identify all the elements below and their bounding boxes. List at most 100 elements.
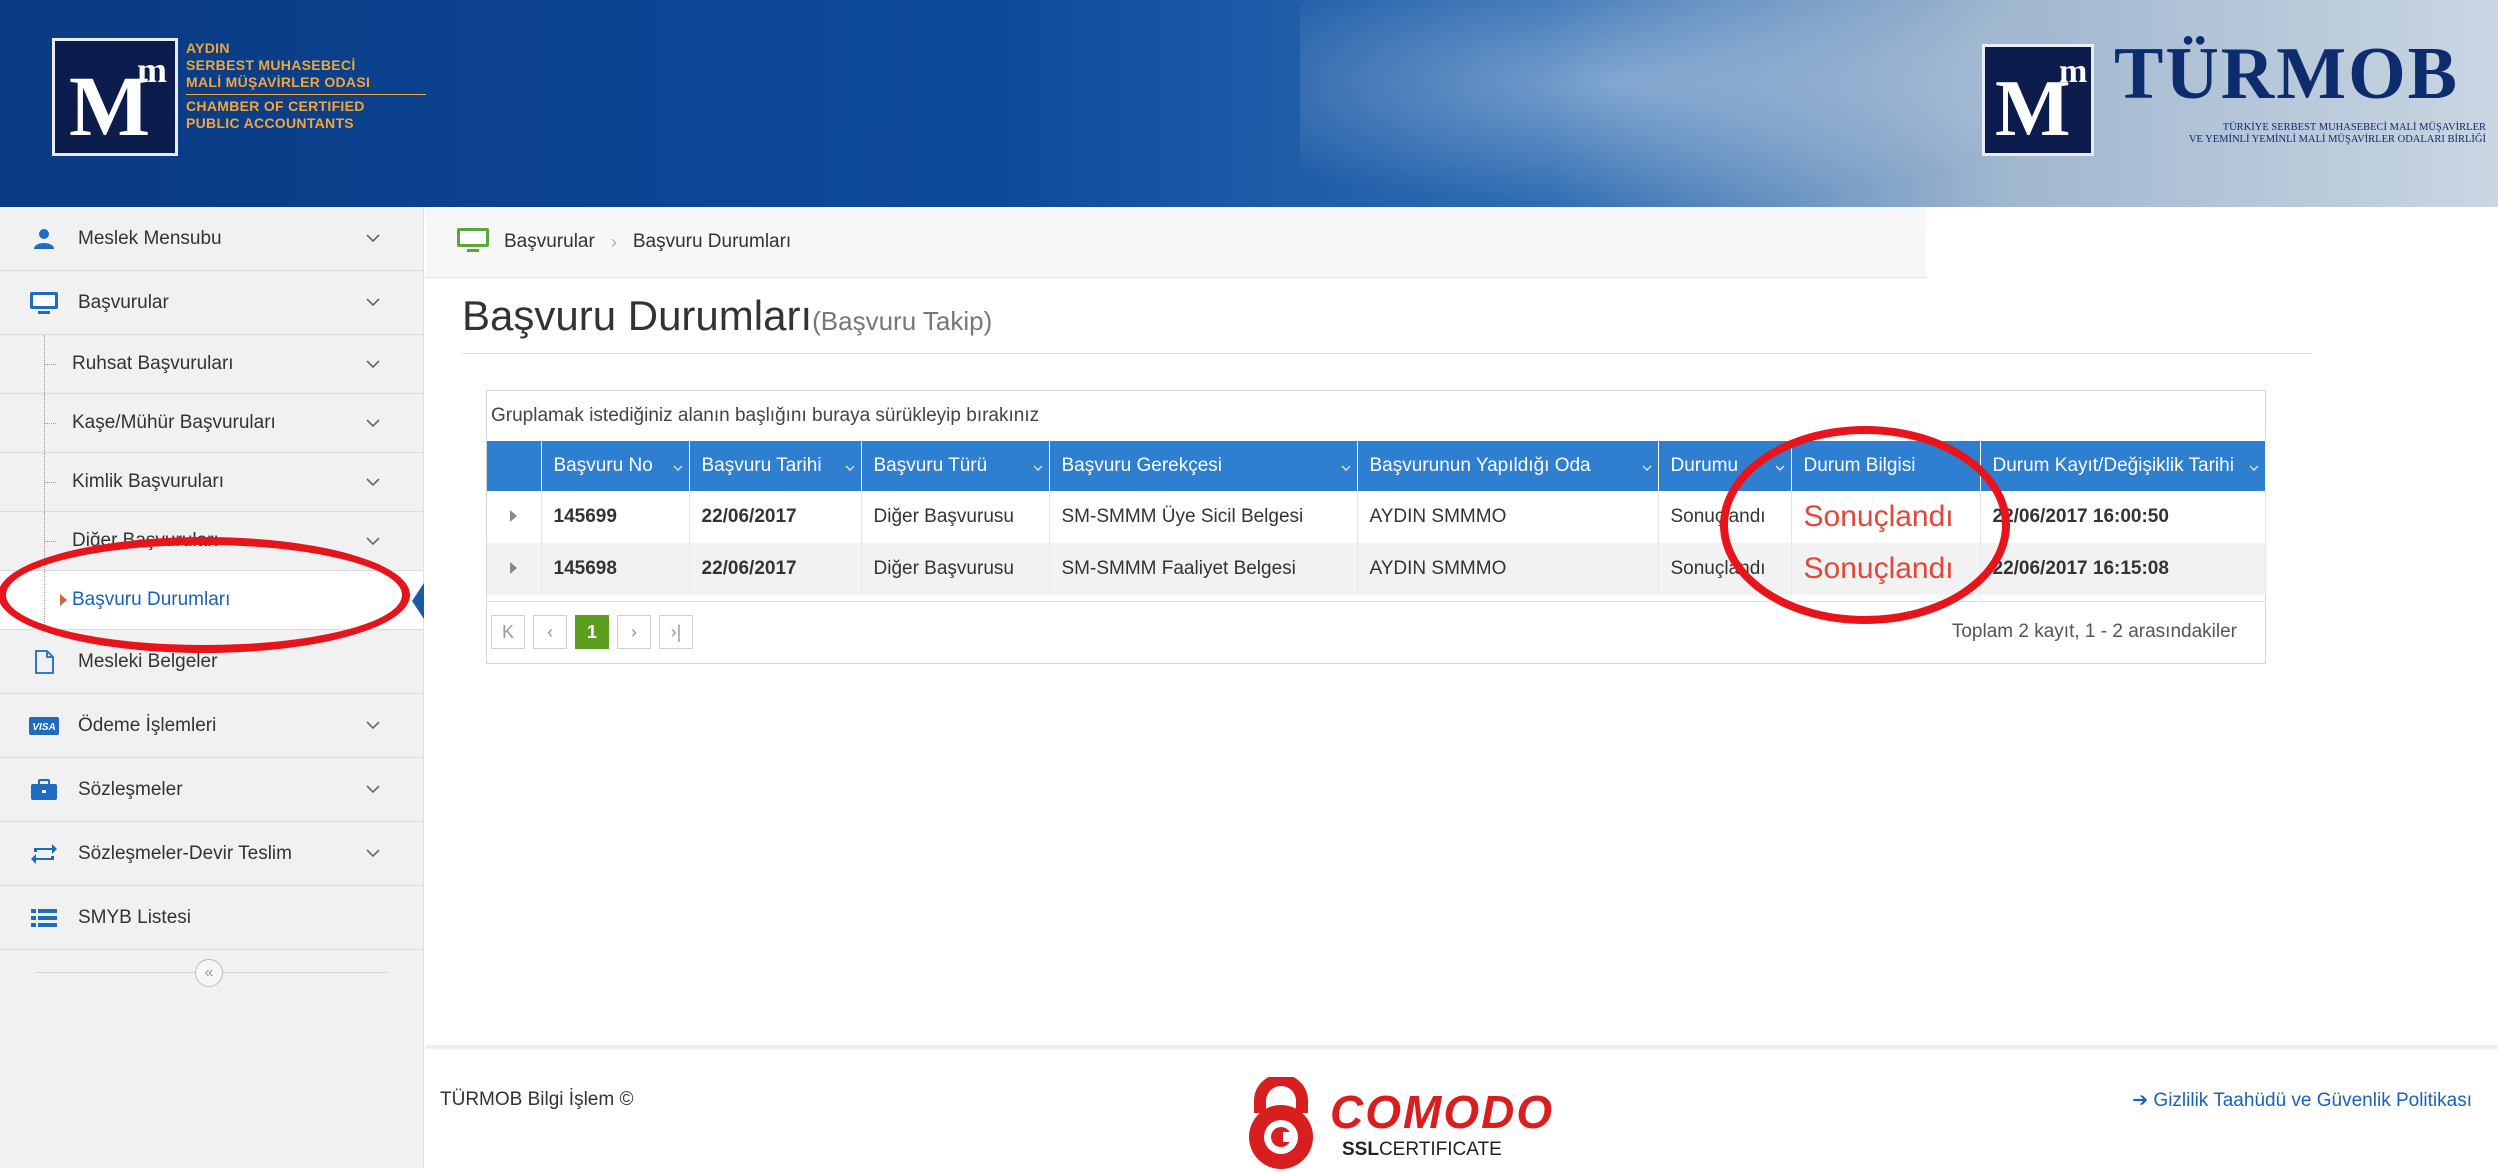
column-header-durum-bilgisi[interactable]: Durum Bilgisi <box>1791 441 1981 491</box>
sidebar-item-smyb-listesi[interactable]: SMYB Listesi <box>0 886 423 950</box>
prev-page-button[interactable]: ‹ <box>533 615 567 649</box>
chevron-down-icon <box>363 413 383 433</box>
column-header-degisiklik-tarihi[interactable]: Durum Kayıt/Değişiklik Tarihi <box>1980 441 2266 491</box>
sidebar-item-devir-teslim[interactable]: Sözleşmeler-Devir Teslim <box>0 822 423 886</box>
column-header-basvuru-turu[interactable]: Başvuru Türü <box>861 441 1050 491</box>
column-header-label: Durum Bilgisi <box>1803 455 1916 476</box>
applications-grid: Gruplamak istediğiniz alanın başlığını b… <box>486 390 2266 664</box>
cell-oda: AYDIN SMMMO <box>1357 491 1659 543</box>
sidebar-item-label: Mesleki Belgeler <box>78 650 218 672</box>
cell-durumu: Sonuçlandı <box>1658 491 1792 543</box>
sidebar-subitem-ruhsat[interactable]: Ruhsat Başvuruları <box>0 335 423 394</box>
chevron-down-icon[interactable] <box>2249 455 2259 477</box>
aydin-smmmo-logo[interactable]: M m <box>52 38 178 156</box>
tree-dash <box>44 364 56 365</box>
sidebar-item-label: Sözleşmeler-Devir Teslim <box>78 842 292 864</box>
table-row[interactable]: 145698 22/06/2017 Diğer Başvurusu SM-SMM… <box>487 543 2266 595</box>
pagination-info: Toplam 2 kayıt, 1 - 2 arasındakiler <box>1951 621 2237 642</box>
sidebar-item-label: Başvurular <box>78 291 169 313</box>
column-header-label: Başvuru Tarihi <box>701 455 822 476</box>
sidebar-item-label: Meslek Mensubu <box>78 227 222 249</box>
header-photo <box>1300 0 2100 207</box>
footer-copyright: TÜRMOB Bilgi İşlem © <box>440 1089 634 1110</box>
privacy-policy-label: Gizlilik Taahüdü ve Güvenlik Politikası <box>2153 1090 2472 1111</box>
cell-oda: AYDIN SMMMO <box>1357 543 1659 595</box>
chevron-down-icon[interactable] <box>1775 455 1785 477</box>
chamber-line: SERBEST MUHASEBECİ <box>186 57 356 73</box>
sidebar-subitem-kimlik[interactable]: Kimlik Başvuruları <box>0 453 423 512</box>
page-subtitle: (Başvuru Takip) <box>812 306 993 336</box>
sidebar-subitem-basvuru-durumlari[interactable]: Başvuru Durumları <box>0 571 424 630</box>
title-divider <box>462 353 2312 354</box>
column-header-oda[interactable]: Başvurunun Yapıldığı Oda <box>1357 441 1659 491</box>
logo-sup: m <box>137 50 167 90</box>
column-header-durumu[interactable]: Durumu <box>1658 441 1792 491</box>
column-header-basvuru-no[interactable]: Başvuru No <box>541 441 690 491</box>
chevron-down-icon[interactable] <box>673 455 683 477</box>
sidebar-subitem-label: Kimlik Başvuruları <box>72 471 225 492</box>
row-expand-toggle[interactable] <box>487 491 542 543</box>
chevron-down-icon[interactable] <box>1033 455 1043 477</box>
sidebar-item-basvurular[interactable]: Başvurular <box>0 271 423 335</box>
last-page-button[interactable]: ›| <box>659 615 693 649</box>
column-header-label: Durum Kayıt/Değişiklik Tarihi <box>1992 455 2234 476</box>
sidebar-item-label: Sözleşmeler <box>78 778 183 800</box>
turmob-subtitle-line: TÜRKİYE SERBEST MUHASEBECİ MALİ MÜŞAVİRL… <box>2222 122 2486 133</box>
chevron-down-icon[interactable] <box>1341 455 1351 477</box>
chevron-down-icon[interactable] <box>845 455 855 477</box>
sidebar-item-mesleki-belgeler[interactable]: Mesleki Belgeler <box>0 630 423 694</box>
sidebar-subitem-diger[interactable]: Diğer Başvuruları <box>0 512 423 571</box>
visa-icon: VISA <box>28 714 60 738</box>
tree-line <box>44 571 45 629</box>
cell-degisiklik-tarihi: 22/06/2017 16:15:08 <box>1980 543 2266 595</box>
turmob-logo[interactable]: M m <box>1982 44 2094 156</box>
column-header-label: Başvuru Türü <box>873 455 988 476</box>
cell-basvuru-turu: Diğer Başvurusu <box>861 491 1050 543</box>
turmob-subtitle: TÜRKİYE SERBEST MUHASEBECİ MALİ MÜŞAVİRL… <box>2114 122 2486 146</box>
column-header-label: Başvuru No <box>553 455 653 476</box>
column-header-label: Başvuru Gerekçesi <box>1061 455 1223 476</box>
sidebar-subitem-label: Ruhsat Başvuruları <box>72 353 234 374</box>
table-header-row: Başvuru No Başvuru Tarihi Başvuru Türü B… <box>487 441 2266 491</box>
chevron-down-icon <box>363 844 383 864</box>
footer: TÜRMOB Bilgi İşlem © COMODO SSLCERTIFICA… <box>426 1045 2498 1172</box>
table-row[interactable]: 145699 22/06/2017 Diğer Başvurusu SM-SMM… <box>487 491 2266 543</box>
sidebar-item-odeme-islemleri[interactable]: VISA Ödeme İşlemleri <box>0 694 423 758</box>
cell-durumu: Sonuçlandı <box>1658 543 1792 595</box>
column-header-basvuru-gerekcesi[interactable]: Başvuru Gerekçesi <box>1049 441 1358 491</box>
privacy-policy-link[interactable]: ➔ Gizlilik Taahüdü ve Güvenlik Politikas… <box>2132 1089 2472 1112</box>
tree-dash <box>44 482 56 483</box>
comodo-ssl-badge[interactable]: COMODO SSLCERTIFICATE <box>1210 1067 1570 1169</box>
chamber-name: AYDIN SERBEST MUHASEBECİ MALİ MÜŞAVİRLER… <box>186 40 426 132</box>
pagination: K ‹ 1 › ›| Toplam 2 kayıt, 1 - 2 arasınd… <box>487 601 2265 662</box>
chamber-line: CHAMBER OF CERTIFIED <box>186 98 365 114</box>
group-by-drop-zone[interactable]: Gruplamak istediğiniz alanın başlığını b… <box>487 391 2265 441</box>
next-page-button[interactable]: › <box>617 615 651 649</box>
page-1-button[interactable]: 1 <box>575 615 609 649</box>
sidebar-item-meslek-mensubu[interactable]: Meslek Mensubu <box>0 207 423 271</box>
sidebar-item-sozlesmeler[interactable]: Sözleşmeler <box>0 758 423 822</box>
breadcrumb-item-basvurular[interactable]: Başvurular <box>504 231 595 253</box>
monitor-icon <box>28 291 60 315</box>
column-header-basvuru-tarihi[interactable]: Başvuru Tarihi <box>689 441 862 491</box>
briefcase-icon <box>28 778 60 802</box>
monitor-icon <box>456 227 490 258</box>
expand-arrow-icon[interactable] <box>510 510 518 522</box>
row-expand-toggle[interactable] <box>487 543 542 595</box>
chevron-down-icon <box>363 531 383 551</box>
chevron-down-icon <box>363 780 383 800</box>
cell-basvuru-gerekcesi: SM-SMMM Üye Sicil Belgesi <box>1049 491 1358 543</box>
breadcrumb-separator: › <box>610 231 617 252</box>
chevron-down-icon[interactable] <box>1642 455 1652 477</box>
column-header-label: Durumu <box>1670 455 1739 476</box>
first-page-button[interactable]: K <box>491 615 525 649</box>
sidebar-item-label: SMYB Listesi <box>78 906 191 928</box>
caret-right-icon <box>60 594 67 606</box>
tree-dash <box>44 423 56 424</box>
sidebar-subitem-kase-muhur[interactable]: Kaşe/Mühür Başvuruları <box>0 394 423 453</box>
expand-arrow-icon[interactable] <box>510 562 518 574</box>
cell-basvuru-no: 145698 <box>541 543 690 595</box>
list-icon <box>28 906 60 930</box>
chevron-down-icon <box>363 716 383 736</box>
sidebar-collapse-button[interactable]: « <box>195 959 223 987</box>
